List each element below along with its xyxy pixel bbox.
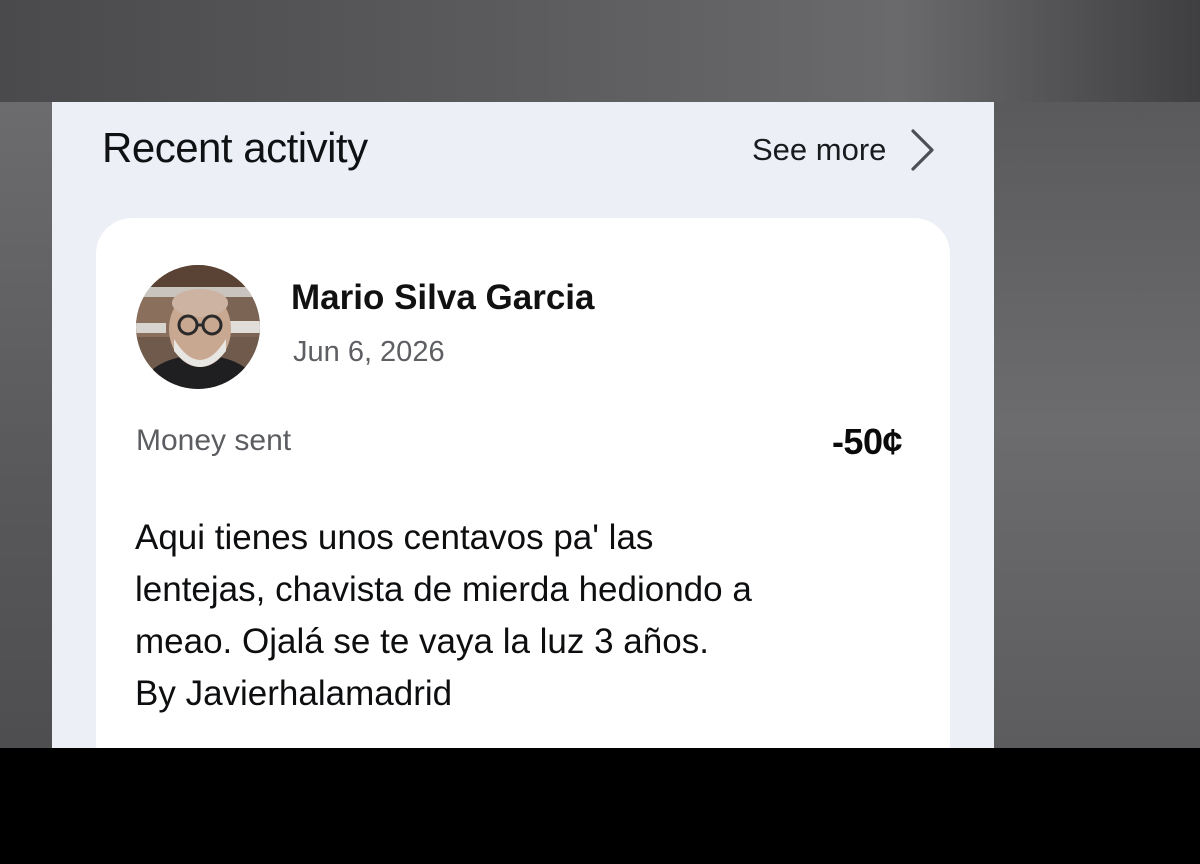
chevron-right-icon: [911, 129, 935, 171]
background-left: [0, 102, 52, 748]
activity-card[interactable]: Mario Silva Garcia Jun 6, 2026 Money sen…: [96, 218, 950, 748]
app-screen: Recent activity See more Mario Silva Gar…: [52, 102, 994, 748]
transaction-amount: -50¢: [831, 421, 903, 462]
note-line: lentejas, chavista de mierda hediondo a: [135, 570, 752, 609]
background-right: [994, 102, 1200, 748]
contact-name: Mario Silva Garcia: [291, 278, 595, 317]
note-line: Aqui tienes unos centavos pa' las: [135, 518, 654, 557]
transaction-date: Jun 6, 2026: [293, 336, 445, 368]
transaction-note: Aqui tienes unos centavos pa' las lentej…: [135, 512, 895, 720]
avatar[interactable]: [136, 265, 260, 389]
background-top: [0, 0, 1200, 102]
section-title: Recent activity: [102, 124, 368, 171]
see-more-label: See more: [752, 132, 887, 167]
see-more-link[interactable]: See more: [752, 128, 936, 172]
avatar-photo: [136, 265, 260, 389]
note-line: meao. Ojalá se te vaya la luz 3 años.: [135, 622, 709, 661]
note-line: By Javierhalamadrid: [135, 674, 453, 713]
bottom-black-bar: [0, 748, 1200, 864]
transaction-type: Money sent: [136, 424, 292, 457]
